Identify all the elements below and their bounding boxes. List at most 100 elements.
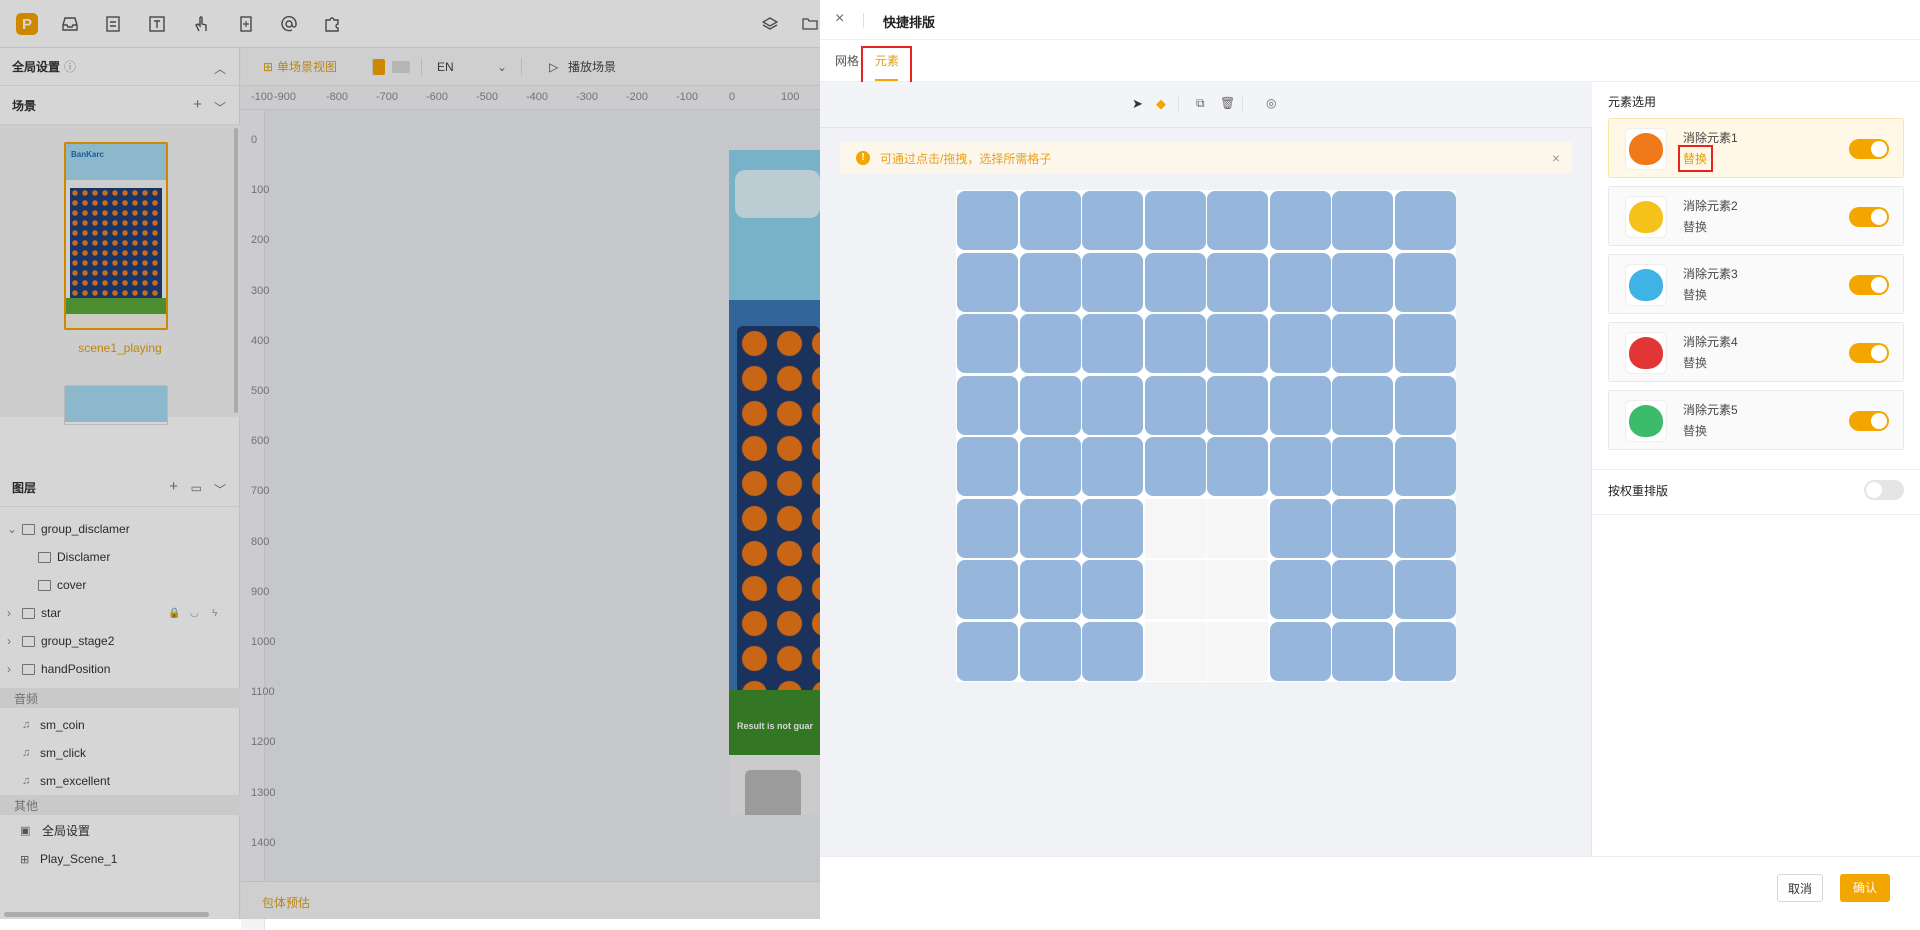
replace-link[interactable]: 替换 (1683, 354, 1707, 371)
tab-grid[interactable]: 网格 (835, 40, 859, 82)
grid-cell-empty[interactable] (1144, 621, 1206, 681)
grid-cell-active[interactable] (1082, 498, 1143, 558)
alert-close-icon[interactable]: × (1552, 150, 1560, 166)
grid-cell-active[interactable] (1269, 375, 1331, 435)
grid-cell-empty[interactable] (1144, 560, 1206, 619)
grid-cell-active[interactable] (1207, 252, 1268, 312)
grid-cell-empty[interactable] (1207, 560, 1268, 619)
element-enable-toggle[interactable] (1849, 207, 1889, 227)
grid-cell-active[interactable] (1332, 314, 1393, 373)
grid-editor-area: ➤ ◆ ⧉ 🗑 ◎ ! 可通过点击/拖拽，选择所需格子 × (820, 82, 1592, 856)
grid-cell-active[interactable] (1394, 314, 1456, 373)
grid-cell-active[interactable] (1332, 560, 1393, 619)
grid-cell-active[interactable] (1332, 252, 1393, 312)
close-icon[interactable]: × (835, 10, 844, 28)
element-name: 消除元素3 (1683, 267, 1738, 281)
grid-cell-active[interactable] (1207, 375, 1268, 435)
grid-cell-active[interactable] (1394, 560, 1456, 619)
grid-cell-active[interactable] (1019, 375, 1081, 435)
element-card[interactable]: 消除元素3 替换 (1608, 254, 1904, 314)
grid-cell-active[interactable] (1269, 437, 1331, 496)
grid-cell-active[interactable] (1144, 437, 1206, 496)
grid-cell-active[interactable] (1332, 621, 1393, 681)
info-alert: ! 可通过点击/拖拽，选择所需格子 × (840, 142, 1572, 174)
alert-message: 可通过点击/拖拽，选择所需格子 (880, 151, 1052, 166)
grid-cell-active[interactable] (1019, 252, 1081, 312)
grid-cell-active[interactable] (1269, 560, 1331, 619)
grid-cell-active[interactable] (1082, 560, 1143, 619)
grid-cell-active[interactable] (1082, 621, 1143, 681)
cancel-button[interactable]: 取消 (1777, 874, 1823, 902)
layout-grid[interactable] (956, 190, 1456, 682)
grid-cell-active[interactable] (1332, 498, 1393, 558)
delete-icon[interactable]: 🗑 (1220, 96, 1235, 110)
grid-cell-active[interactable] (1082, 191, 1143, 250)
replace-link[interactable]: 替换 (1683, 422, 1707, 439)
grid-cell-active[interactable] (1144, 375, 1206, 435)
element-enable-toggle[interactable] (1849, 343, 1889, 363)
grid-cell-active[interactable] (957, 375, 1018, 435)
weight-relayout-toggle[interactable] (1864, 480, 1904, 500)
select-cursor-icon[interactable]: ➤ (1132, 96, 1143, 112)
grid-cell-active[interactable] (957, 191, 1018, 250)
grid-cell-active[interactable] (1144, 252, 1206, 312)
grid-cell-active[interactable] (1082, 437, 1143, 496)
grid-cell-active[interactable] (1144, 314, 1206, 373)
grid-cell-active[interactable] (957, 560, 1018, 619)
grid-cell-active[interactable] (957, 437, 1018, 496)
grid-cell-active[interactable] (1019, 437, 1081, 496)
grid-cell-active[interactable] (1207, 314, 1268, 373)
grid-cell-active[interactable] (957, 252, 1018, 312)
grid-cell-empty[interactable] (1144, 498, 1206, 558)
grid-cell-active[interactable] (957, 498, 1018, 558)
grid-cell-active[interactable] (1082, 375, 1143, 435)
paint-bucket-icon[interactable]: ◆ (1156, 96, 1166, 112)
grid-cell-active[interactable] (1269, 621, 1331, 681)
grid-cell-active[interactable] (1269, 191, 1331, 250)
confirm-button[interactable]: 确认 (1840, 874, 1890, 902)
grid-cell-active[interactable] (1019, 314, 1081, 373)
grid-cell-active[interactable] (1269, 498, 1331, 558)
element-card[interactable]: 消除元素2 替换 (1608, 186, 1904, 246)
grid-cell-active[interactable] (1394, 375, 1456, 435)
grid-cell-active[interactable] (1394, 498, 1456, 558)
grid-cell-active[interactable] (1082, 314, 1143, 373)
grid-cell-active[interactable] (1019, 191, 1081, 250)
replace-link[interactable]: 替换 (1683, 286, 1707, 303)
grid-cell-active[interactable] (1394, 437, 1456, 496)
grid-cell-empty[interactable] (1207, 498, 1268, 558)
element-card[interactable]: 消除元素4 替换 (1608, 322, 1904, 382)
grid-cell-active[interactable] (1019, 498, 1081, 558)
grid-cell-active[interactable] (1269, 252, 1331, 312)
grid-cell-active[interactable] (1394, 191, 1456, 250)
grid-cell-active[interactable] (1332, 191, 1393, 250)
tab-highlight-box (861, 46, 912, 84)
grid-cell-active[interactable] (1019, 621, 1081, 681)
grid-cell-active[interactable] (957, 621, 1018, 681)
grid-cell-active[interactable] (1144, 191, 1206, 250)
grid-cell-active[interactable] (1269, 314, 1331, 373)
element-enable-toggle[interactable] (1849, 275, 1889, 295)
grid-cell-active[interactable] (1394, 252, 1456, 312)
grid-cell-active[interactable] (1394, 621, 1456, 681)
element-thumbnail (1625, 264, 1667, 306)
grid-cell-active[interactable] (1082, 252, 1143, 312)
element-sprite-icon (1629, 133, 1663, 165)
element-card[interactable]: 消除元素5 替换 (1608, 390, 1904, 450)
grid-cell-active[interactable] (1207, 191, 1268, 250)
element-enable-toggle[interactable] (1849, 411, 1889, 431)
replace-link[interactable]: 替换 (1683, 218, 1707, 235)
element-card[interactable]: 消除元素1 替换 (1608, 118, 1904, 178)
grid-cell-empty[interactable] (1207, 621, 1268, 681)
grid-cell-active[interactable] (1207, 437, 1268, 496)
grid-cell-active[interactable] (1332, 437, 1393, 496)
settings-icon[interactable]: ◎ (1266, 96, 1276, 110)
modal-overlay[interactable] (0, 0, 820, 919)
grid-cell-active[interactable] (1332, 375, 1393, 435)
grid-cell-active[interactable] (957, 314, 1018, 373)
element-enable-toggle[interactable] (1849, 139, 1889, 159)
copy-icon[interactable]: ⧉ (1196, 96, 1205, 111)
replace-highlight-box (1678, 145, 1713, 172)
grid-cell-active[interactable] (1019, 560, 1081, 619)
elements-title: 元素选用 (1608, 95, 1657, 109)
